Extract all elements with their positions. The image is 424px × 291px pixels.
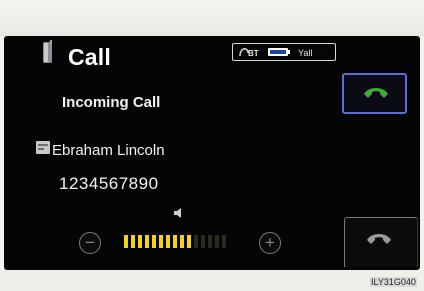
volume-down-button[interactable]: − — [79, 232, 101, 254]
svg-text:BT: BT — [248, 49, 259, 58]
contact-name: Ebraham Lincoln — [52, 142, 165, 159]
backdrop-top — [0, 0, 424, 36]
volume-segment — [145, 235, 149, 248]
phone-number: 1234567890 — [59, 174, 159, 193]
backdrop-bottom — [0, 270, 424, 291]
volume-segment — [173, 235, 177, 248]
speaker-icon — [174, 208, 181, 218]
mobile-phone-icon — [43, 40, 52, 63]
volume-level-bar — [124, 235, 244, 248]
volume-segment — [201, 235, 205, 248]
volume-segment — [187, 235, 191, 248]
volume-segment — [180, 235, 184, 248]
volume-segment — [215, 235, 219, 248]
volume-segment — [138, 235, 142, 248]
answer-call-icon — [364, 88, 388, 98]
volume-segment — [166, 235, 170, 248]
volume-segment — [152, 235, 156, 248]
volume-up-button[interactable]: + — [259, 232, 281, 254]
volume-segment — [194, 235, 198, 248]
image-code-label: ILY31G040 — [370, 277, 417, 287]
page-title: Call — [68, 44, 111, 70]
end-call-button[interactable] — [344, 217, 418, 267]
volume-segment — [159, 235, 163, 248]
contact-card-icon — [36, 141, 50, 154]
volume-segment — [222, 235, 226, 248]
signal-strength-icon: Yall — [298, 48, 312, 58]
call-status-text: Incoming Call — [62, 94, 161, 111]
call-screen: Call BT Yall Incoming Call Ebraham Linco… — [4, 36, 420, 270]
battery-icon — [268, 48, 290, 56]
status-indicators: BT Yall — [232, 43, 336, 61]
bluetooth-icon: BT — [239, 48, 259, 58]
end-call-icon — [367, 234, 391, 244]
svg-text:Yall: Yall — [298, 48, 312, 58]
answer-call-button[interactable] — [342, 73, 407, 114]
volume-segment — [131, 235, 135, 248]
volume-segment — [124, 235, 128, 248]
volume-segment — [208, 235, 212, 248]
